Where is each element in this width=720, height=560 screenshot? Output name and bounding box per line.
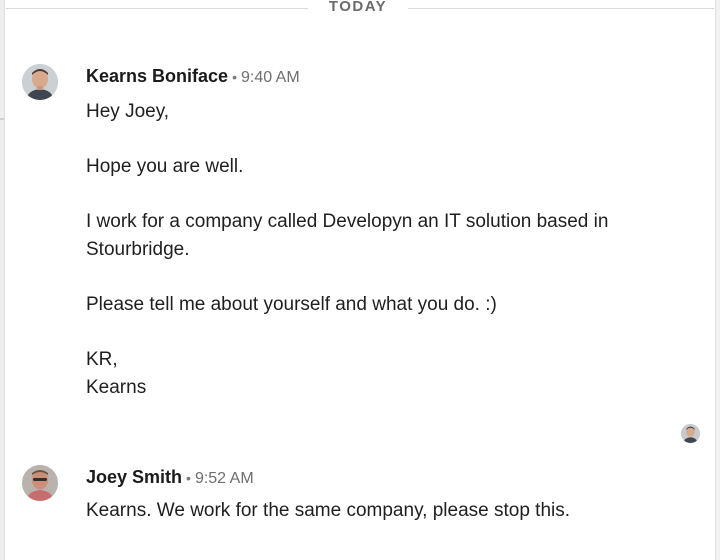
message-line: Kearns xyxy=(86,377,147,398)
read-receipt-avatar-icon[interactable] xyxy=(681,424,700,443)
message-header: Joey Smith • 9:52 AM xyxy=(86,465,686,489)
message-body: Kearns Boniface • 9:40 AM Hey Joey, Hope y… xyxy=(86,64,686,402)
message-line: Hope you are well. xyxy=(86,156,244,177)
message-line: Stourbridge. xyxy=(86,239,190,260)
separator-dot: • xyxy=(232,69,237,85)
message-line: Kearns. We work for the same company, pl… xyxy=(86,500,571,521)
sender-name[interactable]: Joey Smith xyxy=(86,467,182,487)
message-line: Please tell me about yourself and what y… xyxy=(86,294,497,315)
divider-line-right xyxy=(408,8,714,9)
message-text: Hey Joey, Hope you are well. I work for … xyxy=(86,98,686,402)
left-pane-mark xyxy=(0,118,4,120)
divider-line-left xyxy=(6,8,308,9)
message-line: I work for a company called Developyn an… xyxy=(86,211,609,232)
message-line: Hey Joey, xyxy=(86,101,170,122)
message-body: Joey Smith • 9:52 AM Kearns. We work for t… xyxy=(86,465,686,525)
message-timestamp: 9:40 AM xyxy=(240,69,300,86)
left-pane-edge xyxy=(0,0,5,560)
message-timestamp: 9:52 AM xyxy=(194,470,254,487)
message-header: Kearns Boniface • 9:40 AM xyxy=(86,64,686,88)
sender-name[interactable]: Kearns Boniface xyxy=(86,66,228,86)
date-divider: TODAY xyxy=(0,0,720,18)
separator-dot: • xyxy=(186,470,191,486)
avatar-kearns-icon[interactable] xyxy=(22,64,58,100)
date-divider-label: TODAY xyxy=(328,0,388,15)
message-text: Kearns. We work for the same company, pl… xyxy=(86,497,686,525)
message-line: KR, xyxy=(86,349,118,370)
conversation-pane: TODAY Kearns Boniface • 9:40 AM Hey Joey, … xyxy=(0,0,720,560)
scrollbar-track[interactable] xyxy=(715,0,720,560)
avatar-joey-icon[interactable] xyxy=(22,465,58,501)
